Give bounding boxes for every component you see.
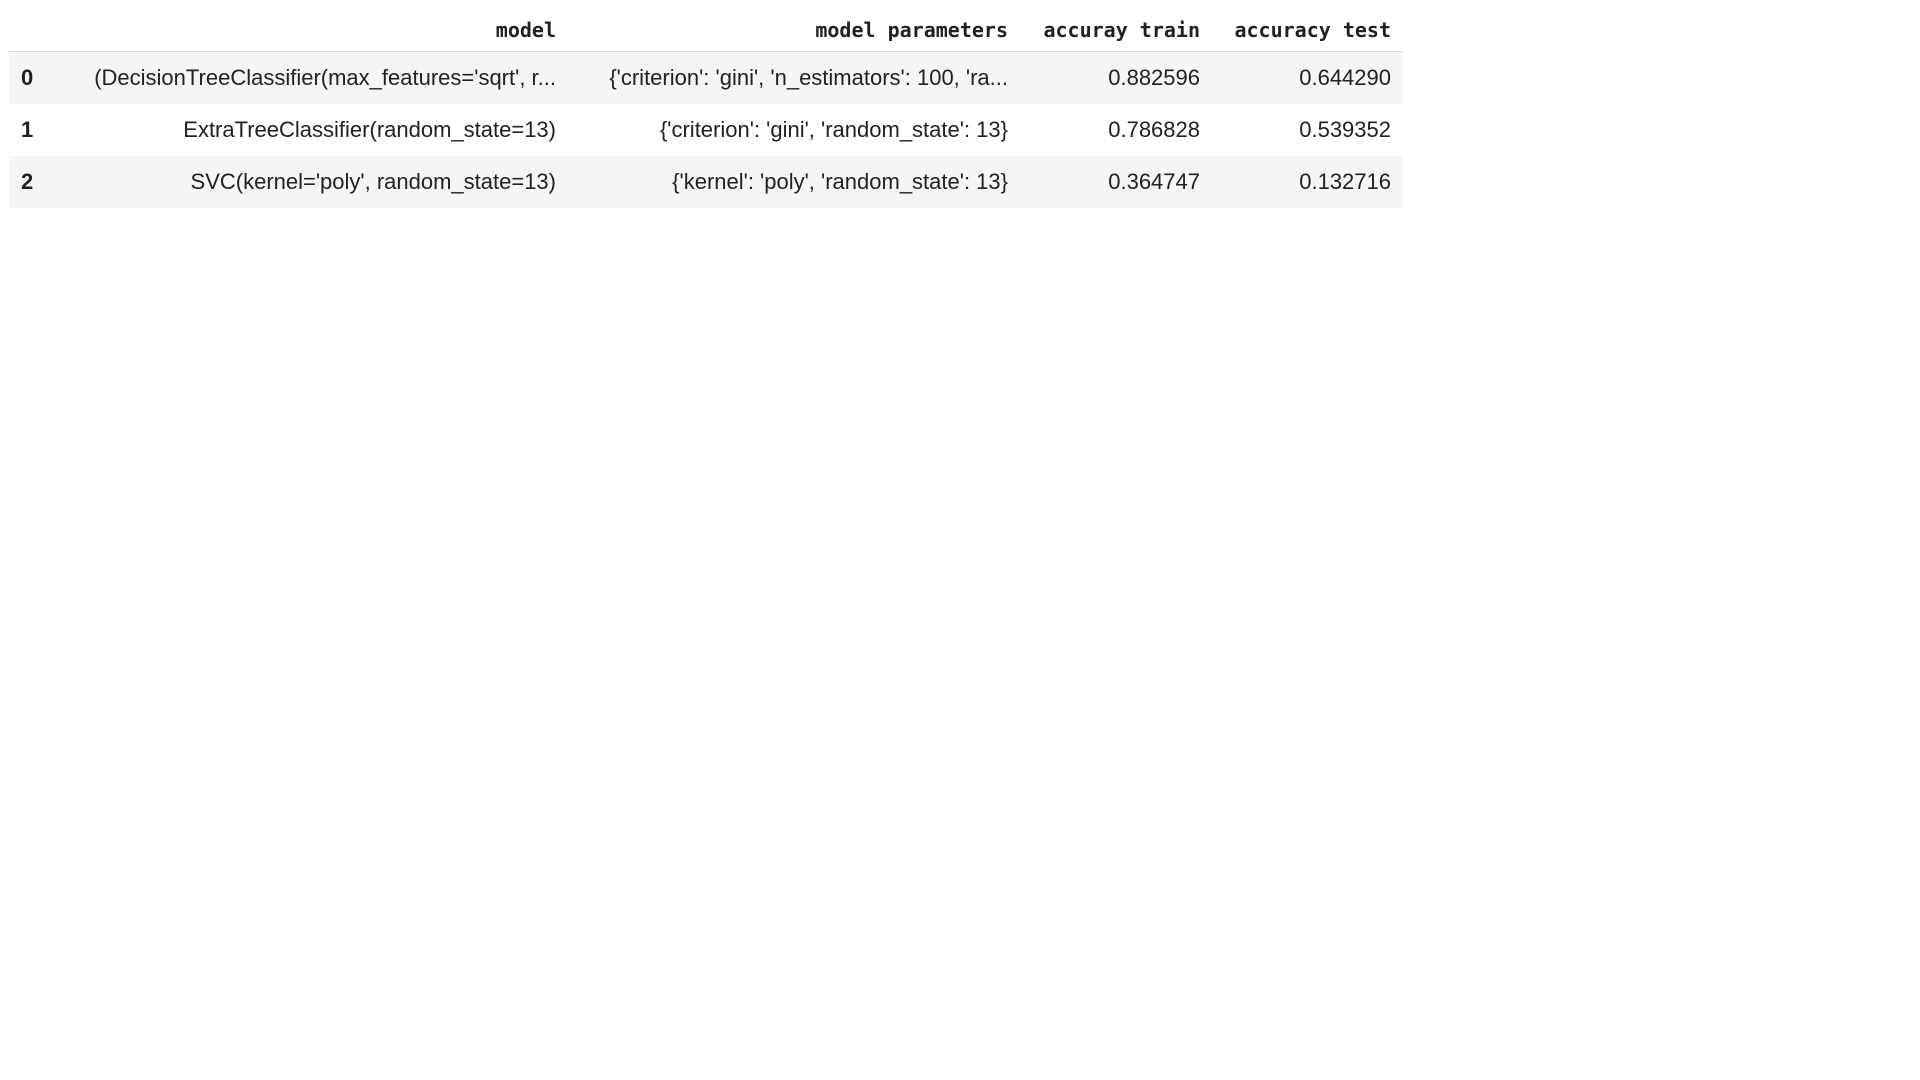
cell-accuracy-train: 0.882596 xyxy=(1108,64,1200,90)
cell-model-parameters: {'criterion': 'gini', 'random_state': 13… xyxy=(659,116,1008,142)
table-row: 0 (DecisionTreeClassifier(max_features='… xyxy=(9,51,1403,104)
table-row: 1 ExtraTreeClassifier(random_state=13) {… xyxy=(9,104,1403,156)
cell-accuracy-test: 0.539352 xyxy=(1299,116,1391,142)
row-index: 2 xyxy=(21,168,34,194)
column-header-model: model xyxy=(47,9,568,52)
cell-model-parameters: {'criterion': 'gini', 'n_estimators': 10… xyxy=(609,64,1008,90)
cell-accuracy-test: 0.644290 xyxy=(1299,64,1391,90)
cell-model: ExtraTreeClassifier(random_state=13) xyxy=(183,116,556,142)
cell-model: SVC(kernel='poly', random_state=13) xyxy=(190,168,556,194)
index-header xyxy=(9,9,47,52)
row-index: 1 xyxy=(21,116,34,142)
cell-model: (DecisionTreeClassifier(max_features='sq… xyxy=(94,64,556,90)
results-table: model model parameters accuray train acc… xyxy=(9,9,1403,208)
table-body: 0 (DecisionTreeClassifier(max_features='… xyxy=(9,51,1403,208)
cell-accuracy-train: 0.786828 xyxy=(1108,116,1200,142)
cell-model-parameters: {'kernel': 'poly', 'random_state': 13} xyxy=(672,168,1008,194)
header-row: model model parameters accuray train acc… xyxy=(9,9,1403,52)
column-header-accuracy-train: accuray train xyxy=(1020,9,1212,52)
column-header-model-parameters: model parameters xyxy=(568,9,1020,52)
cell-accuracy-train: 0.364747 xyxy=(1108,168,1200,194)
row-index: 0 xyxy=(21,64,34,90)
table-row: 2 SVC(kernel='poly', random_state=13) {'… xyxy=(9,155,1403,208)
table-header: model model parameters accuray train acc… xyxy=(9,9,1403,52)
dataframe-output: model model parameters accuray train acc… xyxy=(9,9,1403,208)
column-header-accuracy-test: accuracy test xyxy=(1212,9,1403,52)
cell-accuracy-test: 0.132716 xyxy=(1299,168,1391,194)
